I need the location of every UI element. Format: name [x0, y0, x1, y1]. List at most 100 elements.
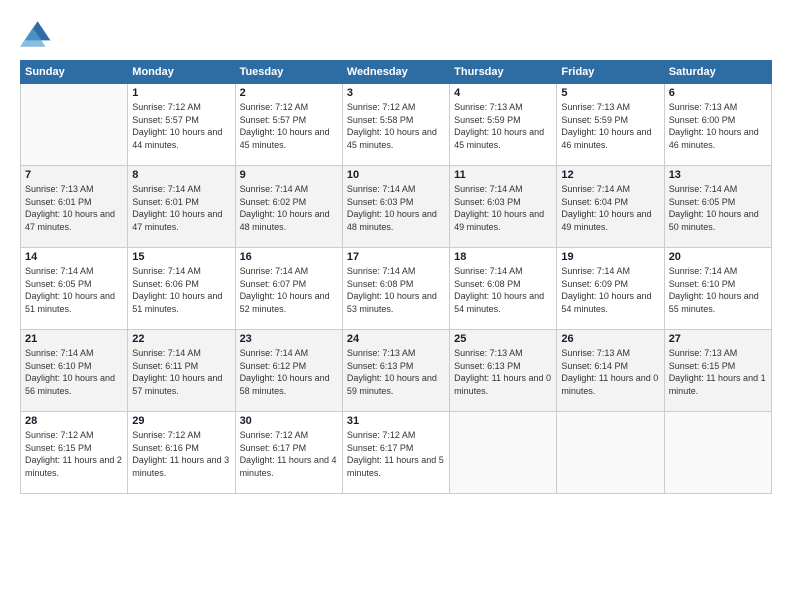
calendar-day-24: 24 Sunrise: 7:13 AMSunset: 6:13 PMDayligh…: [342, 330, 449, 412]
calendar-week-row-1: 1 Sunrise: 7:12 AMSunset: 5:57 PMDaylight…: [21, 84, 772, 166]
calendar-day-11: 11 Sunrise: 7:14 AMSunset: 6:03 PMDayligh…: [450, 166, 557, 248]
day-number: 16: [240, 251, 338, 263]
day-info: Sunrise: 7:14 AMSunset: 6:03 PMDaylight:…: [454, 183, 552, 233]
weekday-header-tuesday: Tuesday: [235, 61, 342, 84]
calendar-day-19: 19 Sunrise: 7:14 AMSunset: 6:09 PMDayligh…: [557, 248, 664, 330]
day-number: 13: [669, 169, 767, 181]
calendar-day-18: 18 Sunrise: 7:14 AMSunset: 6:08 PMDayligh…: [450, 248, 557, 330]
calendar-table: SundayMondayTuesdayWednesdayThursdayFrid…: [20, 60, 772, 494]
day-info: Sunrise: 7:14 AMSunset: 6:02 PMDaylight:…: [240, 183, 338, 233]
calendar-day-20: 20 Sunrise: 7:14 AMSunset: 6:10 PMDayligh…: [664, 248, 771, 330]
day-info: Sunrise: 7:13 AMSunset: 6:15 PMDaylight:…: [669, 347, 767, 397]
day-number: 15: [132, 251, 230, 263]
day-number: 6: [669, 87, 767, 99]
day-info: Sunrise: 7:14 AMSunset: 6:12 PMDaylight:…: [240, 347, 338, 397]
day-info: Sunrise: 7:14 AMSunset: 6:05 PMDaylight:…: [669, 183, 767, 233]
day-number: 8: [132, 169, 230, 181]
day-info: Sunrise: 7:12 AMSunset: 6:15 PMDaylight:…: [25, 429, 123, 479]
day-number: 20: [669, 251, 767, 263]
calendar-day-12: 12Sunrise: 7:14 AMSunset: 6:04 PMDayligh…: [557, 166, 664, 248]
calendar-day-empty: [557, 412, 664, 494]
day-number: 29: [132, 415, 230, 427]
day-info: Sunrise: 7:12 AMSunset: 6:17 PMDaylight:…: [347, 429, 445, 479]
calendar-day-8: 8 Sunrise: 7:14 AMSunset: 6:01 PMDaylight…: [128, 166, 235, 248]
day-number: 26: [561, 333, 659, 345]
day-number: 4: [454, 87, 552, 99]
calendar-day-7: 7 Sunrise: 7:13 AMSunset: 6:01 PMDaylight…: [21, 166, 128, 248]
day-number: 11: [454, 169, 552, 181]
calendar-day-26: 26 Sunrise: 7:13 AMSunset: 6:14 PMDayligh…: [557, 330, 664, 412]
day-number: 1: [132, 87, 230, 99]
day-info: Sunrise: 7:13 AMSunset: 5:59 PMDaylight:…: [454, 101, 552, 151]
day-info: Sunrise: 7:14 AMSunset: 6:01 PMDaylight:…: [132, 183, 230, 233]
calendar-day-4: 4 Sunrise: 7:13 AMSunset: 5:59 PMDaylight…: [450, 84, 557, 166]
day-info: Sunrise: 7:14 AMSunset: 6:06 PMDaylight:…: [132, 265, 230, 315]
calendar-day-29: 29 Sunrise: 7:12 AMSunset: 6:16 PMDayligh…: [128, 412, 235, 494]
day-info: Sunrise: 7:13 AMSunset: 6:13 PMDaylight:…: [347, 347, 445, 397]
day-number: 5: [561, 87, 659, 99]
day-number: 23: [240, 333, 338, 345]
day-info: Sunrise: 7:12 AMSunset: 5:57 PMDaylight:…: [240, 101, 338, 151]
calendar-week-row-5: 28 Sunrise: 7:12 AMSunset: 6:15 PMDayligh…: [21, 412, 772, 494]
page: SundayMondayTuesdayWednesdayThursdayFrid…: [0, 0, 792, 612]
calendar-day-1: 1 Sunrise: 7:12 AMSunset: 5:57 PMDaylight…: [128, 84, 235, 166]
weekday-header-saturday: Saturday: [664, 61, 771, 84]
calendar-day-14: 14Sunrise: 7:14 AMSunset: 6:05 PMDayligh…: [21, 248, 128, 330]
day-info: Sunrise: 7:12 AMSunset: 6:17 PMDaylight:…: [240, 429, 338, 479]
day-info: Sunrise: 7:14 AMSunset: 6:11 PMDaylight:…: [132, 347, 230, 397]
logo-icon: [20, 18, 52, 50]
day-number: 25: [454, 333, 552, 345]
day-number: 21: [25, 333, 123, 345]
calendar-day-empty: [21, 84, 128, 166]
calendar-day-16: 16Sunrise: 7:14 AMSunset: 6:07 PMDayligh…: [235, 248, 342, 330]
day-info: Sunrise: 7:13 AMSunset: 6:14 PMDaylight:…: [561, 347, 659, 397]
day-number: 27: [669, 333, 767, 345]
calendar-day-28: 28 Sunrise: 7:12 AMSunset: 6:15 PMDayligh…: [21, 412, 128, 494]
day-number: 9: [240, 169, 338, 181]
calendar-day-9: 9 Sunrise: 7:14 AMSunset: 6:02 PMDaylight…: [235, 166, 342, 248]
day-number: 24: [347, 333, 445, 345]
calendar-day-5: 5Sunrise: 7:13 AMSunset: 5:59 PMDaylight…: [557, 84, 664, 166]
day-number: 18: [454, 251, 552, 263]
day-number: 19: [561, 251, 659, 263]
weekday-header-row: SundayMondayTuesdayWednesdayThursdayFrid…: [21, 61, 772, 84]
day-info: Sunrise: 7:12 AMSunset: 5:57 PMDaylight:…: [132, 101, 230, 151]
calendar-day-3: 3Sunrise: 7:12 AMSunset: 5:58 PMDaylight…: [342, 84, 449, 166]
day-info: Sunrise: 7:12 AMSunset: 6:16 PMDaylight:…: [132, 429, 230, 479]
day-info: Sunrise: 7:14 AMSunset: 6:08 PMDaylight:…: [347, 265, 445, 315]
day-info: Sunrise: 7:13 AMSunset: 6:13 PMDaylight:…: [454, 347, 552, 397]
day-number: 28: [25, 415, 123, 427]
calendar-day-22: 22 Sunrise: 7:14 AMSunset: 6:11 PMDayligh…: [128, 330, 235, 412]
calendar-day-17: 17 Sunrise: 7:14 AMSunset: 6:08 PMDayligh…: [342, 248, 449, 330]
weekday-header-friday: Friday: [557, 61, 664, 84]
day-info: Sunrise: 7:14 AMSunset: 6:08 PMDaylight:…: [454, 265, 552, 315]
day-number: 3: [347, 87, 445, 99]
day-info: Sunrise: 7:14 AMSunset: 6:09 PMDaylight:…: [561, 265, 659, 315]
day-number: 2: [240, 87, 338, 99]
day-info: Sunrise: 7:14 AMSunset: 6:10 PMDaylight:…: [669, 265, 767, 315]
day-info: Sunrise: 7:14 AMSunset: 6:03 PMDaylight:…: [347, 183, 445, 233]
day-number: 30: [240, 415, 338, 427]
calendar-day-13: 13 Sunrise: 7:14 AMSunset: 6:05 PMDayligh…: [664, 166, 771, 248]
calendar-day-25: 25 Sunrise: 7:13 AMSunset: 6:13 PMDayligh…: [450, 330, 557, 412]
calendar-day-27: 27 Sunrise: 7:13 AMSunset: 6:15 PMDayligh…: [664, 330, 771, 412]
calendar-day-10: 10 Sunrise: 7:14 AMSunset: 6:03 PMDayligh…: [342, 166, 449, 248]
calendar-day-empty: [450, 412, 557, 494]
weekday-header-monday: Monday: [128, 61, 235, 84]
calendar-week-row-3: 14Sunrise: 7:14 AMSunset: 6:05 PMDayligh…: [21, 248, 772, 330]
day-info: Sunrise: 7:14 AMSunset: 6:10 PMDaylight:…: [25, 347, 123, 397]
calendar-day-31: 31 Sunrise: 7:12 AMSunset: 6:17 PMDayligh…: [342, 412, 449, 494]
calendar-week-row-4: 21 Sunrise: 7:14 AMSunset: 6:10 PMDayligh…: [21, 330, 772, 412]
day-number: 31: [347, 415, 445, 427]
day-number: 10: [347, 169, 445, 181]
day-number: 7: [25, 169, 123, 181]
header: [20, 18, 772, 50]
day-info: Sunrise: 7:13 AMSunset: 6:01 PMDaylight:…: [25, 183, 123, 233]
day-number: 17: [347, 251, 445, 263]
day-number: 22: [132, 333, 230, 345]
calendar-day-2: 2 Sunrise: 7:12 AMSunset: 5:57 PMDaylight…: [235, 84, 342, 166]
day-number: 12: [561, 169, 659, 181]
logo: [20, 18, 56, 50]
day-info: Sunrise: 7:13 AMSunset: 6:00 PMDaylight:…: [669, 101, 767, 151]
day-info: Sunrise: 7:14 AMSunset: 6:05 PMDaylight:…: [25, 265, 123, 315]
